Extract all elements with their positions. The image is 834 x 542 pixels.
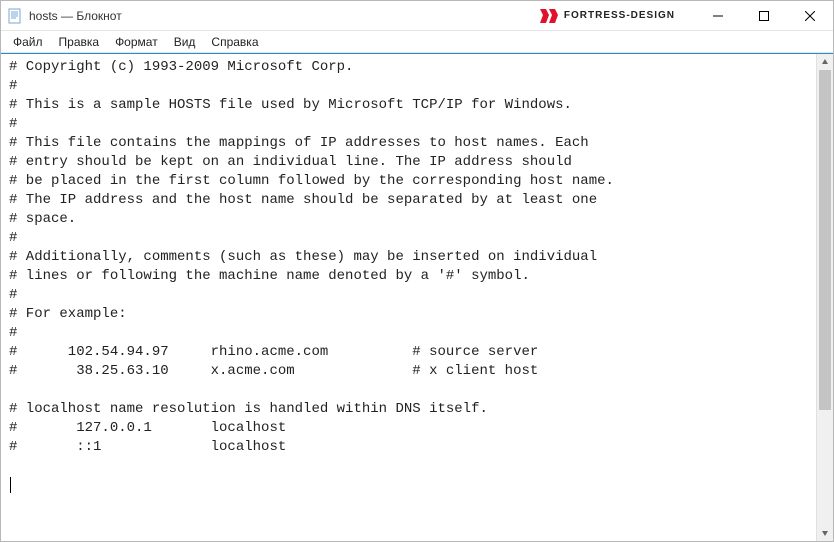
- window-controls: [695, 1, 833, 31]
- scroll-thumb[interactable]: [819, 70, 831, 410]
- titlebar[interactable]: hosts — Блокнот FORTRESS-DESIGN: [1, 1, 833, 31]
- menu-view[interactable]: Вид: [166, 33, 204, 51]
- menu-file[interactable]: Файл: [5, 33, 51, 51]
- vertical-scrollbar[interactable]: [816, 54, 833, 541]
- menu-edit[interactable]: Правка: [51, 33, 108, 51]
- editor-wrap: # Copyright (c) 1993-2009 Microsoft Corp…: [1, 53, 833, 541]
- window-title: hosts — Блокнот: [29, 9, 122, 23]
- scroll-up-arrow-icon[interactable]: [817, 54, 833, 70]
- maximize-button[interactable]: [741, 1, 787, 31]
- notepad-window: hosts — Блокнот FORTRESS-DESIGN: [0, 0, 834, 542]
- notepad-app-icon: [7, 8, 23, 24]
- menubar: Файл Правка Формат Вид Справка: [1, 31, 833, 53]
- minimize-button[interactable]: [695, 1, 741, 31]
- brand-logo-icon: [540, 9, 558, 23]
- text-caret: [10, 477, 11, 493]
- brand-text: FORTRESS-DESIGN: [564, 10, 675, 21]
- menu-help[interactable]: Справка: [203, 33, 266, 51]
- menu-format[interactable]: Формат: [107, 33, 166, 51]
- brand-watermark: FORTRESS-DESIGN: [540, 9, 675, 23]
- close-button[interactable]: [787, 1, 833, 31]
- editor-content: # Copyright (c) 1993-2009 Microsoft Corp…: [9, 59, 614, 455]
- text-editor[interactable]: # Copyright (c) 1993-2009 Microsoft Corp…: [1, 54, 816, 541]
- scroll-down-arrow-icon[interactable]: [817, 525, 833, 541]
